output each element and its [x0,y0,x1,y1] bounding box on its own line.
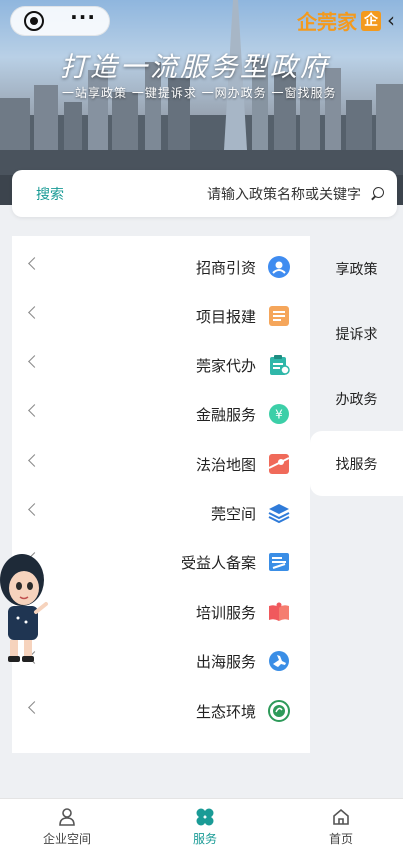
map-pin-icon [268,454,290,474]
user-icon [59,808,75,826]
home-icon [333,808,349,825]
service-item-project[interactable]: 项目报建 [12,291,310,341]
tab-label: 企业空间 [42,832,91,846]
service-item-ecology[interactable]: 生态环境 [12,686,310,736]
search-button[interactable]: 搜索 [36,184,64,204]
banner-subline: 一站享政策 一键提诉求 一网办政务 一窗找服务 [62,86,337,100]
search-icon [371,186,385,201]
service-label: 出海服务 [195,652,256,671]
service-item-training[interactable]: 培训服务 [12,587,310,637]
tab-enterprise-space[interactable]: 企业空间 [22,807,112,847]
tab-label: 服务 [192,832,217,846]
document-list-icon [269,306,289,326]
brand-name: 企莞家 [297,12,357,34]
tab-request[interactable]: 提诉求 [310,301,403,366]
service-label: 受益人备案 [180,553,256,572]
service-item-finance[interactable]: 金融服务 ¥ [12,389,310,439]
brand: 企莞家 企 [297,6,381,35]
clipboard-icon [270,355,290,375]
service-item-overseas[interactable]: 出海服务 [12,636,310,686]
miniprogram-capsule[interactable]: ··· [10,6,110,36]
service-item-law-map[interactable]: 法治地图 [12,439,310,489]
chevron-right-icon [28,257,41,270]
brand-logo-icon: 企 [361,10,381,31]
service-item-beneficiary[interactable]: 受益人备案 [12,537,310,587]
svg-text:¥: ¥ [275,408,283,422]
side-tabs: 享政策 提诉求 办政务 找服务 [310,236,403,496]
tab-label: 首页 [328,832,353,846]
location-person-icon [268,256,290,278]
chevron-right-icon [28,355,41,368]
banner-slogan: 打造一流服务型政府 [60,52,330,83]
service-label: 招商引资 [195,258,256,277]
service-item-space[interactable]: 莞空间 [12,488,310,538]
service-item-agent[interactable]: 莞家代办 [12,340,310,390]
tab-find-service[interactable]: 找服务 [310,431,403,496]
service-label: 生态环境 [195,702,256,721]
service-label: 培训服务 [195,603,256,622]
mascot-assistant-icon[interactable] [0,548,50,668]
close-miniprogram-icon[interactable] [24,11,45,31]
chevron-right-icon [28,404,41,417]
service-label: 法治地图 [195,455,256,474]
eco-badge-icon [268,700,290,722]
chevron-right-icon [28,701,41,714]
chevron-right-icon [28,306,41,319]
chevron-left-icon[interactable]: ‹ [387,8,395,32]
search-input[interactable]: 请输入政策名称或关键字 [64,184,371,204]
service-item-investment[interactable]: 招商引资 [12,242,310,292]
chevron-right-icon [28,454,41,467]
layers-icon [268,504,290,524]
service-label: 莞家代办 [195,356,256,375]
more-menu-icon[interactable]: ··· [70,7,96,27]
service-label: 金融服务 [195,405,256,424]
tab-services[interactable]: 服务 [160,807,250,847]
airplane-globe-icon [269,651,289,671]
open-book-icon [269,602,289,621]
bottom-tab-bar: 首页 服务 企业空间 [0,798,403,850]
service-list: 招商引资 项目报建 莞家代办 金融服务 ¥ 法治地图 莞空间 受益人备案 培训服… [12,236,310,753]
tab-home[interactable]: 首页 [296,807,386,847]
form-edit-icon [269,553,289,571]
service-label: 莞空间 [210,504,256,523]
search-bar[interactable]: 搜索 请输入政策名称或关键字 [12,170,397,217]
service-label: 项目报建 [195,307,256,326]
yuan-coin-icon: ¥ [269,404,289,424]
grid-clover-icon [196,808,214,826]
tab-affairs[interactable]: 办政务 [310,366,403,431]
chevron-right-icon [28,503,41,516]
tab-policy[interactable]: 享政策 [310,236,403,301]
